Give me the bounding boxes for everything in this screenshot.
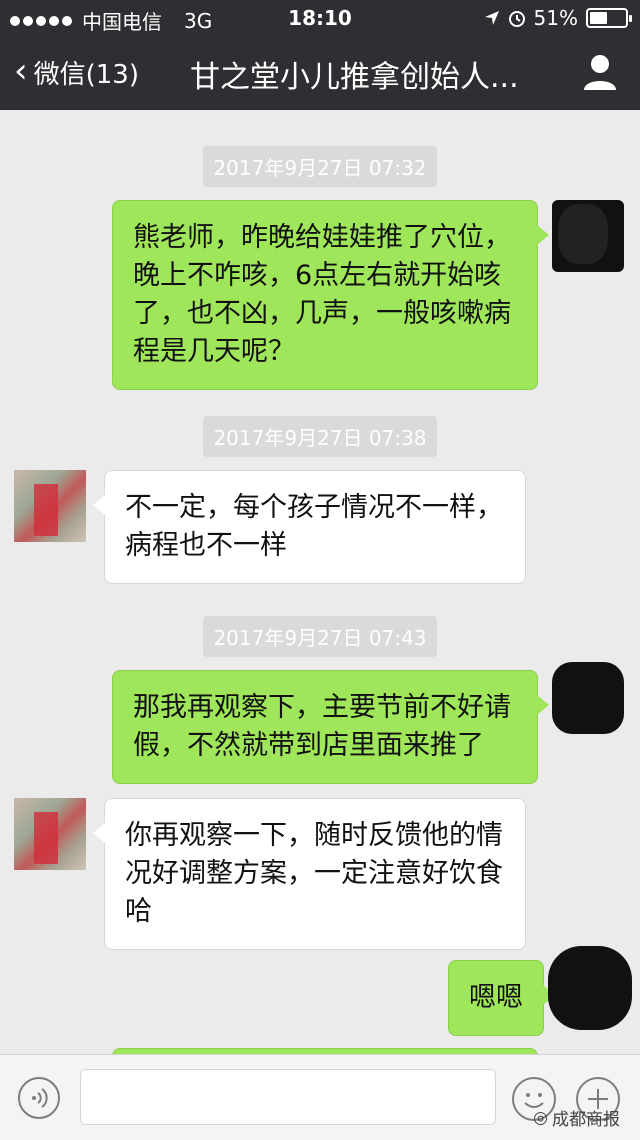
back-label: 微信(13) (33, 60, 139, 90)
message-bubble-sent[interactable]: 嗯嗯 (448, 960, 555, 1036)
message-bubble-received[interactable]: 不一定，每个孩子情况不一样，病程也不一样 (93, 470, 526, 584)
nav-bar: ‹ 微信(13) 甘之堂小儿推拿创始人... (0, 36, 640, 110)
chat-title: 甘之堂小儿推拿创始人... (190, 60, 519, 95)
message-input[interactable] (80, 1069, 496, 1125)
timestamp: 2017年9月27日 07:43 (0, 616, 640, 657)
status-right: 51% (484, 6, 632, 30)
watermark-text: 成都商报 (552, 1110, 620, 1130)
message-bubble-sent[interactable]: 熊老师，昨晚给娃娃推了穴位，晚上不咋咳，6点左右就开始咳了，也不凶，几声，一般咳… (112, 200, 549, 390)
message-bubble-sent[interactable]: 那我再观察下，主要节前不好请假，不然就带到店里面来推了 (112, 670, 549, 784)
avatar[interactable] (548, 946, 632, 1030)
back-button[interactable]: ‹ 微信(13) (14, 54, 139, 91)
person-icon[interactable] (582, 52, 618, 92)
alarm-icon (508, 11, 525, 27)
battery-icon (586, 8, 632, 28)
avatar[interactable] (14, 798, 86, 870)
battery-percent: 51% (533, 6, 578, 30)
status-bar: 中国电信 3G 18:10 51% (0, 0, 640, 36)
avatar[interactable] (552, 200, 624, 272)
wechat-logo-icon: ◎ (533, 1107, 548, 1128)
input-bar: ◎ 成都商报 (0, 1054, 640, 1140)
location-arrow-icon (484, 11, 499, 25)
voice-icon (32, 1088, 48, 1108)
avatar[interactable] (552, 662, 624, 734)
watermark: ◎ 成都商报 (533, 1105, 620, 1131)
chat-area[interactable]: 2017年9月27日 07:32 熊老师，昨晚给娃娃推了穴位，晚上不咋咳，6点左… (0, 110, 640, 1054)
chevron-left-icon: ‹ (14, 50, 28, 91)
message-bubble-received[interactable]: 你再观察一下，随时反馈他的情况好调整方案，一定注意好饮食哈 (93, 798, 526, 950)
timestamp: 2017年9月27日 07:38 (0, 416, 640, 457)
timestamp: 2017年9月27日 07:32 (0, 146, 640, 187)
avatar[interactable] (14, 470, 86, 542)
voice-button[interactable] (18, 1077, 60, 1119)
